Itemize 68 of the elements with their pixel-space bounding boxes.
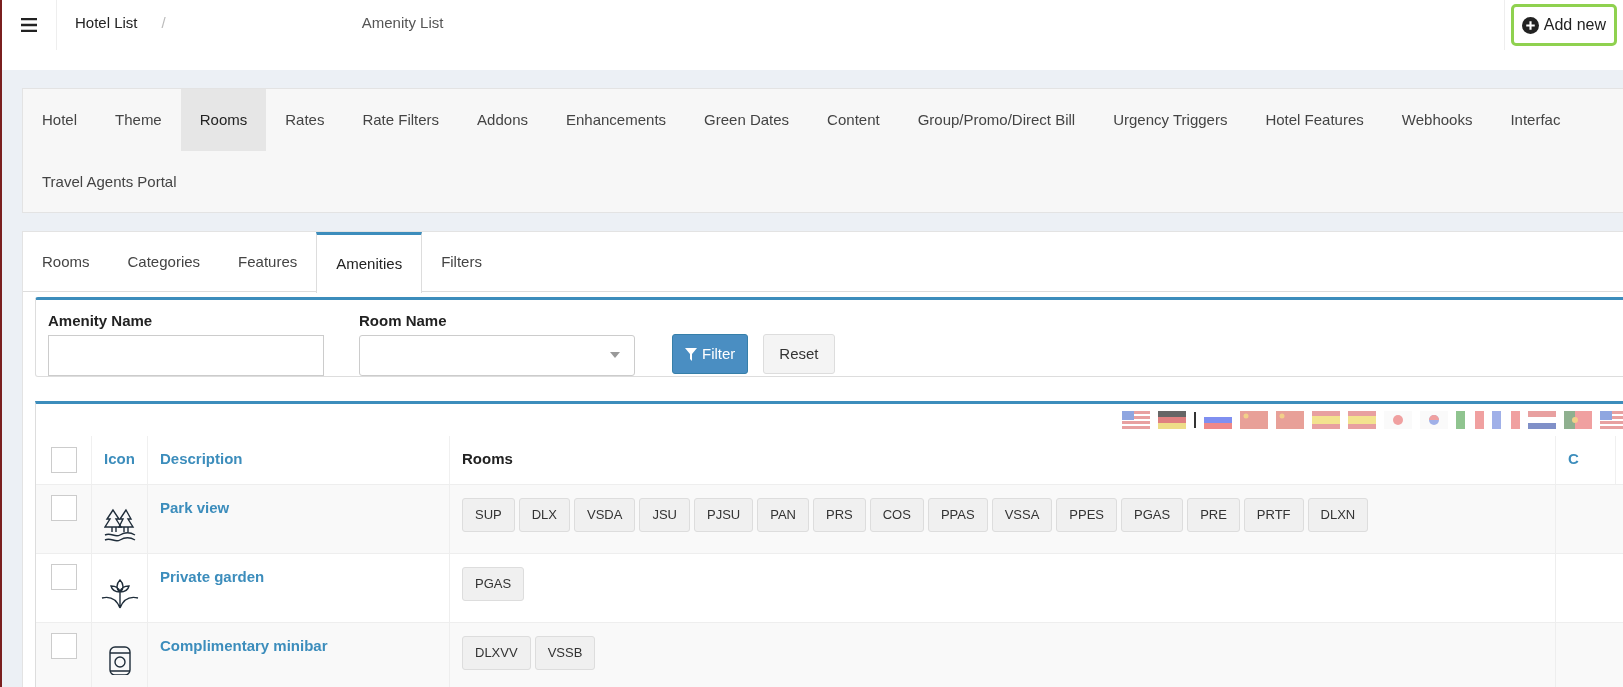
- room-tag: PPAS: [927, 497, 988, 532]
- room-tag: DLXVV: [462, 635, 531, 670]
- column-header[interactable]: Description: [160, 448, 243, 471]
- nav-tab[interactable]: Content: [808, 89, 899, 151]
- room-tag: SUP: [462, 497, 515, 532]
- flag-divider: [1194, 411, 1196, 428]
- room-tag: VSDA: [574, 497, 636, 532]
- nav-tab[interactable]: Webhooks: [1382, 89, 1492, 151]
- nav-tab[interactable]: Urgency Triggers: [1094, 89, 1247, 151]
- row-checkbox[interactable]: [50, 494, 77, 521]
- flag-icon[interactable]: [1158, 410, 1186, 429]
- sub-tab[interactable]: Categories: [108, 232, 220, 293]
- nav-tab[interactable]: Travel Agents Portal: [23, 151, 196, 212]
- sub-tab[interactable]: Rooms: [23, 232, 109, 293]
- select-all-checkbox[interactable]: [50, 446, 77, 473]
- room-tag: JSU: [639, 497, 690, 532]
- nav-tab[interactable]: Rooms: [180, 89, 267, 151]
- breadcrumb-separator: /: [161, 13, 166, 33]
- room-name-select[interactable]: [359, 334, 635, 376]
- sub-tab[interactable]: Filters: [422, 232, 501, 293]
- nav-tab[interactable]: Hotel Features: [1246, 89, 1383, 151]
- room-tag: VSSA: [991, 497, 1053, 532]
- room-tag: PRS: [813, 497, 866, 532]
- room-tag: DLXN: [1307, 497, 1369, 532]
- sub-tab[interactable]: Amenities: [316, 232, 423, 293]
- row-checkbox[interactable]: [50, 563, 77, 590]
- flag-icon[interactable]: [1122, 410, 1150, 429]
- flag-icon[interactable]: [1528, 410, 1556, 429]
- row-checkbox[interactable]: [50, 632, 77, 659]
- room-tag: PGAS: [462, 566, 525, 601]
- breadcrumb-current: Amenity List: [361, 13, 444, 33]
- add-new-button[interactable]: Add new: [1510, 4, 1617, 46]
- room-tag: PPES: [1056, 497, 1117, 532]
- field-label: Room Name: [359, 311, 448, 331]
- flag-icon[interactable]: [1564, 410, 1592, 429]
- sub-tab[interactable]: Features: [219, 232, 317, 293]
- description-link[interactable]: Private garden: [160, 567, 265, 585]
- nav-tab[interactable]: Rate Filters: [343, 89, 459, 151]
- amenity-name-input[interactable]: [48, 334, 324, 376]
- funnel-icon: [685, 347, 697, 361]
- breadcrumb-link[interactable]: Hotel List: [75, 12, 138, 35]
- room-tag: PRTF: [1243, 497, 1304, 532]
- field-label: Amenity Name: [48, 311, 154, 331]
- room-tag: PJSU: [694, 497, 754, 532]
- room-tag: COS: [869, 497, 924, 532]
- reset-button[interactable]: Reset: [763, 334, 835, 374]
- nav-tab[interactable]: Rates: [266, 89, 344, 151]
- room-tag: DLX: [518, 497, 571, 532]
- nav-tab[interactable]: Addons: [458, 89, 547, 151]
- trees-icon: [103, 506, 136, 543]
- column-header: Rooms: [462, 449, 513, 470]
- caret-icon: [610, 352, 620, 358]
- nav-tab[interactable]: Theme: [96, 89, 181, 151]
- room-tag: VSSB: [534, 635, 596, 670]
- plus-circle-icon: [1521, 16, 1539, 34]
- column-header[interactable]: Icon: [104, 448, 135, 471]
- nav-tab[interactable]: Group/Promo/Direct Bill: [898, 89, 1095, 151]
- nav-tab[interactable]: Interfac: [1491, 89, 1580, 151]
- flag-icon[interactable]: [1600, 410, 1623, 429]
- room-tag: PAN: [757, 497, 809, 532]
- filter-button[interactable]: Filter: [672, 334, 749, 374]
- room-tag: PRE: [1187, 497, 1240, 532]
- can-icon: [107, 644, 132, 675]
- room-tag: PGAS: [1121, 497, 1184, 532]
- nav-tab[interactable]: Enhancements: [547, 89, 686, 151]
- column-header[interactable]: C: [1568, 448, 1579, 471]
- nav-tab[interactable]: Green Dates: [685, 89, 809, 151]
- nav-tab[interactable]: Hotel: [23, 89, 97, 151]
